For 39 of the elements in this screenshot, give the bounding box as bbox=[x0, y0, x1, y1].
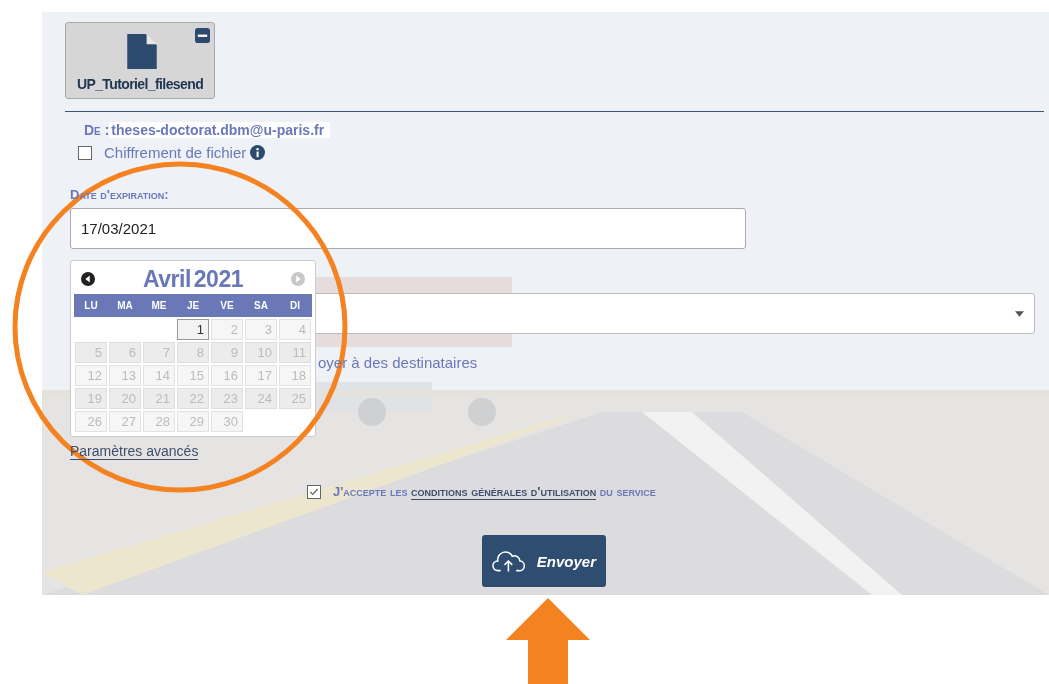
encryption-label: Chiffrement de fichier bbox=[104, 144, 247, 161]
day-cell: 17 bbox=[245, 365, 277, 386]
day-cell: 12 bbox=[75, 365, 107, 386]
day-cell: 26 bbox=[75, 411, 107, 432]
day-cell: 2 bbox=[211, 319, 243, 340]
file-tile[interactable]: UP_Tutoriel_filesend bbox=[65, 22, 215, 99]
from-address: theses-doctorat.dbm@u-paris.fr bbox=[109, 122, 331, 138]
day-cell: 14 bbox=[143, 365, 175, 386]
day-cell[interactable]: 1 bbox=[177, 319, 209, 340]
terms-link[interactable]: conditions générales d'utilisation bbox=[411, 484, 597, 500]
month-label: Avril bbox=[143, 265, 191, 293]
weekday-label: VE bbox=[210, 294, 244, 317]
cloud-upload-icon bbox=[492, 549, 525, 573]
day-cell: 4 bbox=[279, 319, 311, 340]
file-icon bbox=[127, 34, 157, 69]
day-cell: 13 bbox=[109, 365, 141, 386]
weekday-label: ME bbox=[142, 294, 176, 317]
year-label: 2021 bbox=[193, 265, 243, 293]
terms-text: J'accepte les conditions générales d'utilisation du service bbox=[333, 484, 656, 499]
weekday-label: DI bbox=[278, 294, 312, 317]
day-cell: 29 bbox=[177, 411, 209, 432]
remove-icon[interactable] bbox=[195, 28, 210, 43]
file-name: UP_Tutoriel_filesend bbox=[76, 76, 204, 92]
day-cell: 18 bbox=[279, 365, 311, 386]
day-cell: 28 bbox=[143, 411, 175, 432]
weekday-label: LU bbox=[74, 294, 108, 317]
from-label: De : bbox=[84, 122, 110, 138]
day-cell: 30 bbox=[211, 411, 243, 432]
previous-month-icon[interactable] bbox=[81, 272, 95, 286]
weekday-label: SA bbox=[244, 294, 278, 317]
send-button[interactable]: Envoyer bbox=[482, 535, 606, 587]
day-cell: 15 bbox=[177, 365, 209, 386]
day-cell: 16 bbox=[211, 365, 243, 386]
day-cell: 27 bbox=[109, 411, 141, 432]
weekday-label: JE bbox=[176, 294, 210, 317]
date-field[interactable]: 17/03/2021 bbox=[70, 208, 746, 249]
day-cell: 3 bbox=[245, 319, 277, 340]
weekday-label: MA bbox=[108, 294, 142, 317]
info-icon[interactable] bbox=[250, 145, 266, 160]
